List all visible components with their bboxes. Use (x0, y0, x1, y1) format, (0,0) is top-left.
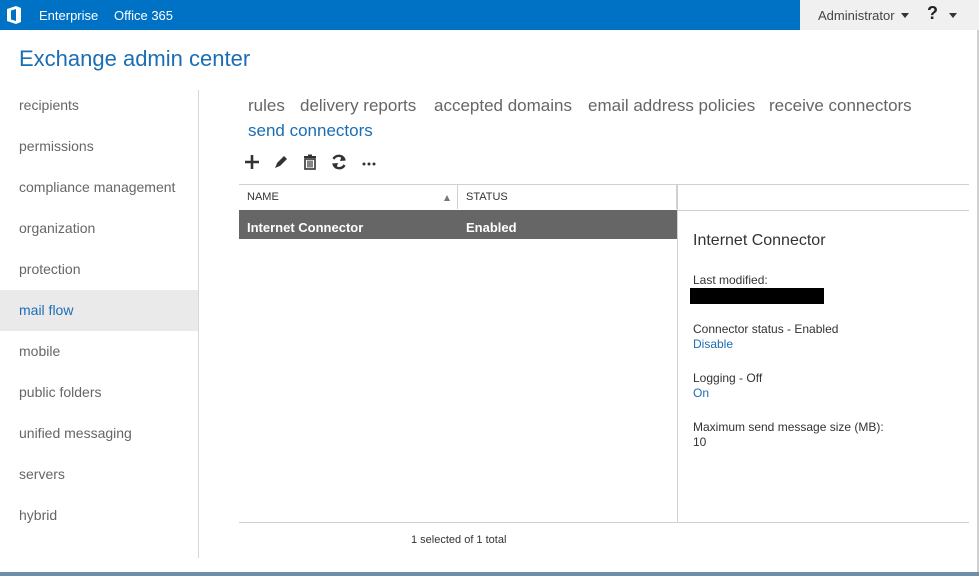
refresh-icon[interactable] (329, 152, 349, 172)
chevron-down-icon[interactable] (901, 13, 909, 18)
nav-item-hybrid[interactable]: hybrid (0, 495, 198, 536)
list-header: NAME STATUS (239, 184, 969, 211)
nav-item-label: public folders (19, 384, 102, 400)
chevron-down-icon[interactable] (949, 13, 957, 18)
max-size-value: 10 (693, 435, 707, 449)
nav-item-unified-messaging[interactable]: unified messaging (0, 413, 198, 454)
page-title: Exchange admin center (19, 46, 251, 71)
column-header-status[interactable]: STATUS (466, 191, 508, 203)
connector-status-label: Connector status - Enabled (693, 322, 839, 336)
nav-item-label: recipients (19, 97, 79, 113)
sort-ascending-icon[interactable] (444, 195, 450, 201)
nav-item-label: organization (19, 220, 96, 236)
window-bottom-border (0, 572, 979, 576)
footer-divider (239, 522, 969, 523)
nav-item-servers[interactable]: servers (0, 454, 198, 495)
tab-email-address-policies[interactable]: email address policies (588, 96, 755, 116)
more-icon[interactable] (359, 152, 379, 172)
nav-item-recipients[interactable]: recipients (0, 85, 198, 126)
details-title: Internet Connector (693, 232, 826, 249)
tab-delivery-reports[interactable]: delivery reports (300, 96, 416, 116)
logging-on-link[interactable]: On (693, 386, 709, 400)
office365-link[interactable]: Office 365 (114, 8, 173, 23)
nav-item-label: permissions (19, 138, 94, 154)
user-menu[interactable]: Administrator (818, 8, 895, 23)
nav-item-label: servers (19, 466, 65, 482)
tab-rules[interactable]: rules (248, 96, 285, 116)
nav-item-mail-flow[interactable]: mail flow (0, 290, 198, 331)
column-divider (457, 185, 458, 209)
redacted-value (690, 288, 824, 304)
disable-link[interactable]: Disable (693, 337, 733, 351)
nav-item-protection[interactable]: protection (0, 249, 198, 290)
table-row[interactable]: Internet Connector Enabled (239, 210, 677, 239)
nav-item-label: protection (19, 261, 81, 277)
user-area: Administrator ? (800, 0, 979, 30)
tab-send-connectors[interactable]: send connectors (248, 121, 373, 141)
nav-item-label: mobile (19, 343, 61, 359)
nav-item-label: hybrid (19, 507, 58, 523)
nav-item-compliance-management[interactable]: compliance management (0, 167, 198, 208)
nav-item-mobile[interactable]: mobile (0, 331, 198, 372)
nav-item-permissions[interactable]: permissions (0, 126, 198, 167)
help-icon[interactable]: ? (927, 3, 938, 24)
edit-icon[interactable] (271, 152, 291, 172)
column-header-name[interactable]: NAME (247, 191, 279, 203)
tab-accepted-domains[interactable]: accepted domains (434, 96, 572, 116)
add-icon[interactable] (242, 152, 262, 172)
tab-receive-connectors[interactable]: receive connectors (769, 96, 912, 116)
nav-item-public-folders[interactable]: public folders (0, 372, 198, 413)
connector-status: Enabled (466, 220, 517, 235)
details-divider (677, 185, 678, 522)
selection-status: 1 selected of 1 total (411, 534, 507, 546)
nav-item-label: unified messaging (19, 425, 132, 441)
office-logo-icon[interactable] (6, 6, 22, 24)
nav-divider (198, 90, 199, 558)
logging-label: Logging - Off (693, 371, 763, 385)
max-size-label: Maximum send message size (MB): (693, 420, 884, 434)
connector-name: Internet Connector (247, 220, 364, 235)
nav-item-label: mail flow (19, 302, 74, 318)
nav-item-organization[interactable]: organization (0, 208, 198, 249)
left-nav: recipients permissions compliance manage… (0, 85, 198, 536)
enterprise-link[interactable]: Enterprise (39, 8, 98, 23)
delete-icon[interactable] (300, 152, 320, 172)
last-modified-label: Last modified: (693, 273, 768, 287)
top-bar: Enterprise Office 365 Administrator ? (0, 0, 979, 30)
nav-item-label: compliance management (19, 179, 176, 195)
